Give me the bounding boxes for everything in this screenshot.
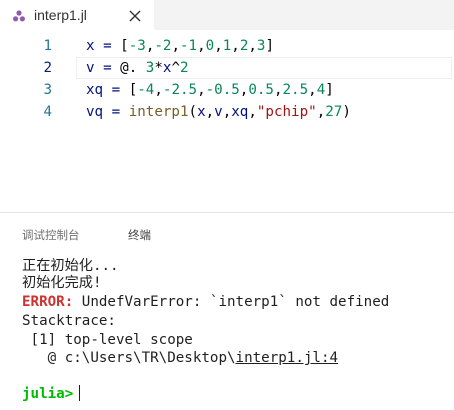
code-token: , xyxy=(316,104,326,120)
code-token: xq = xyxy=(86,82,129,98)
code-token: 0.5 xyxy=(248,82,274,98)
code-token: xq xyxy=(231,104,249,120)
code-token: x = xyxy=(86,38,121,54)
line-number: 3 xyxy=(43,82,52,98)
code-token: v xyxy=(214,104,223,120)
code-token: -1 xyxy=(180,38,198,54)
terminal-line: [1] top-level scope xyxy=(22,332,193,348)
code-token: ^ xyxy=(171,60,180,76)
tab-interp1[interactable]: interp1.jl xyxy=(0,0,154,30)
line-number: 4 xyxy=(43,104,52,120)
code-token: x xyxy=(197,104,206,120)
code-token: v = xyxy=(86,60,121,76)
code-token: , xyxy=(231,38,240,54)
code-token: ] xyxy=(325,82,334,98)
code-token: -2 xyxy=(154,38,172,54)
code-token: , xyxy=(214,38,223,54)
code-token: [ xyxy=(128,82,138,98)
julia-prompt: julia> xyxy=(22,386,74,402)
close-icon[interactable] xyxy=(128,8,142,22)
code-text: xq = [-4,-2.5,-0.5,0.5,2.5,4] xyxy=(86,79,334,101)
code-editor[interactable]: 1x = [-3,-2,-1,0,1,2,3] 2 v = @. 3*x^2 3 xq … xyxy=(0,30,454,140)
code-token: interp1 xyxy=(128,104,189,120)
location-prefix: @ c:\Users\TR\Desktop\ xyxy=(22,350,236,366)
code-token: -3 xyxy=(128,38,146,54)
code-token: , xyxy=(308,82,317,98)
code-token: vq = xyxy=(86,104,129,120)
code-line[interactable]: 2v = @. 3*x^2 xyxy=(0,57,454,79)
tab-terminal[interactable]: 终端 xyxy=(128,227,151,243)
tab-label: interp1.jl xyxy=(34,7,87,23)
code-token: , xyxy=(171,38,180,54)
code-token: "pchip" xyxy=(256,104,317,120)
line-number: 2 xyxy=(43,60,52,76)
code-token: , xyxy=(197,38,206,54)
code-token: ] xyxy=(265,38,275,54)
terminal-prompt-line[interactable]: julia> xyxy=(22,385,81,404)
code-token: 0 xyxy=(205,38,215,54)
code-token: -2.5 xyxy=(162,82,198,98)
code-token: 2.5 xyxy=(282,82,309,98)
text-cursor xyxy=(79,385,81,401)
code-token: 27 xyxy=(325,104,343,120)
code-token: 2 xyxy=(179,60,189,76)
code-text: vq = interp1(x,v,xq,"pchip",27) xyxy=(86,101,351,123)
terminal-line: 初始化完成! xyxy=(22,275,102,291)
julia-file-icon xyxy=(12,8,26,22)
code-token: 1 xyxy=(222,38,232,54)
code-token: , xyxy=(197,82,206,98)
code-token: , xyxy=(273,82,283,98)
code-token: , xyxy=(222,104,232,120)
error-message: UndefVarError: `interp1` not defined xyxy=(73,294,390,310)
code-text: x = [-3,-2,-1,0,1,2,3] xyxy=(86,35,274,57)
code-token: ) xyxy=(342,104,351,120)
code-token: , xyxy=(154,82,163,98)
editor-tab-bar: interp1.jl xyxy=(0,0,454,30)
bottom-panel: 调试控制台 终端 正在初始化... 初始化完成! ERROR: UndefVar… xyxy=(0,212,454,410)
code-token: , xyxy=(248,104,257,120)
code-token: , xyxy=(248,38,257,54)
code-token: @. xyxy=(120,60,146,76)
code-line[interactable]: 4 vq = interp1(x,v,xq,"pchip",27) xyxy=(0,101,454,123)
code-token: * xyxy=(154,60,163,76)
terminal-location-line: @ c:\Users\TR\Desktop\interp1.jl:4 xyxy=(22,349,338,368)
terminal-error-line: ERROR: UndefVarError: `interp1` not defi… xyxy=(22,293,389,312)
terminal-line: Stacktrace: xyxy=(22,313,116,329)
code-line[interactable]: 1x = [-3,-2,-1,0,1,2,3] xyxy=(0,35,454,57)
code-text: v = @. 3*x^2 xyxy=(86,57,189,79)
code-token: ( xyxy=(188,104,198,120)
tab-debug-console[interactable]: 调试控制台 xyxy=(22,227,80,243)
code-token: -4 xyxy=(137,82,155,98)
code-token: 4 xyxy=(316,82,326,98)
code-token: [ xyxy=(120,38,129,54)
file-link[interactable]: interp1.jl:4 xyxy=(236,350,339,366)
code-line[interactable]: 3 xq = [-4,-2.5,-0.5,0.5,2.5,4] xyxy=(0,79,454,101)
line-number: 1 xyxy=(43,38,52,54)
code-token: -0.5 xyxy=(205,82,240,98)
error-label: ERROR: xyxy=(22,294,74,310)
code-token: , xyxy=(205,104,215,120)
